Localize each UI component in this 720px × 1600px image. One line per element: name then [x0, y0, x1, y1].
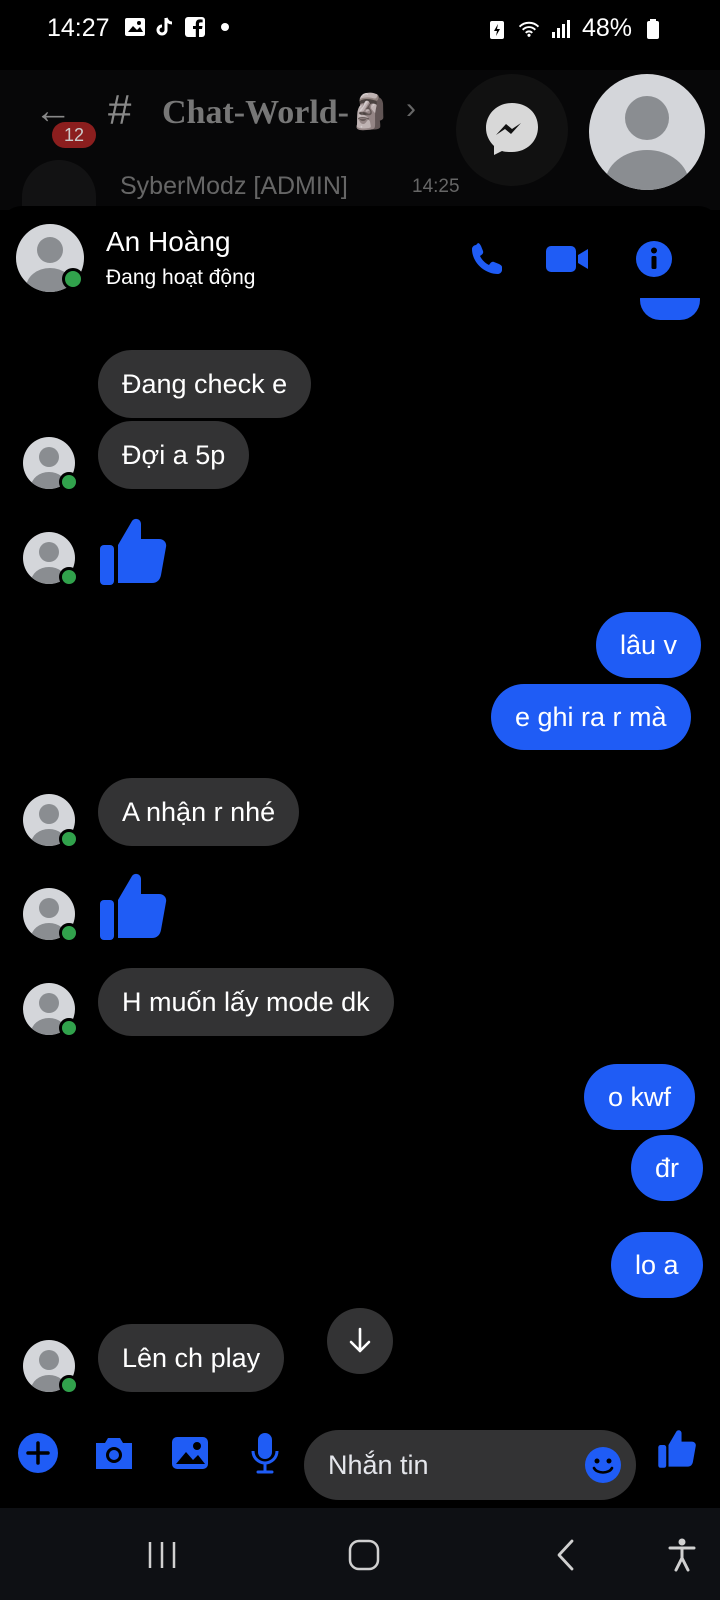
- messenger-icon: [486, 103, 538, 155]
- camera-icon: [96, 1438, 132, 1469]
- status-time: 14:27: [47, 14, 110, 42]
- message-incoming[interactable]: H muốn lấy mode dk: [98, 968, 394, 1036]
- accessibility-icon: [668, 1538, 696, 1572]
- online-indicator: [59, 923, 79, 943]
- battery-icon: [642, 18, 664, 40]
- add-button[interactable]: [13, 1428, 63, 1478]
- notification-icons: [124, 16, 236, 38]
- messenger-chat-head[interactable]: [456, 74, 568, 186]
- gallery-button[interactable]: [165, 1428, 215, 1478]
- message-outgoing[interactable]: e ghi ra r mà: [491, 684, 691, 750]
- chevron-right-icon: ›: [406, 92, 416, 125]
- channel-hash-icon: #: [108, 86, 132, 133]
- image-icon: [172, 1437, 208, 1469]
- battery-percent: 48%: [581, 14, 632, 42]
- recent-apps-icon: [148, 1542, 176, 1568]
- emoji-button[interactable]: [584, 1446, 622, 1484]
- emoji-icon: [585, 1447, 621, 1483]
- scroll-to-bottom-button[interactable]: [327, 1308, 393, 1374]
- message-incoming[interactable]: Đang check e: [98, 350, 312, 418]
- battery-saver-icon: [486, 18, 508, 40]
- recent-apps-button[interactable]: [132, 1530, 192, 1580]
- voice-message-button[interactable]: [240, 1428, 290, 1478]
- online-indicator: [59, 567, 79, 587]
- online-indicator: [62, 268, 84, 290]
- message-outgoing[interactable]: lâu v: [596, 612, 702, 678]
- thumbs-up-icon: [100, 873, 167, 940]
- message-incoming[interactable]: Lên ch play: [98, 1324, 285, 1392]
- arrow-down-icon: [349, 1327, 371, 1353]
- bg-user-name: SyberModz [ADMIN]: [120, 172, 348, 200]
- home-icon: [348, 1539, 380, 1571]
- back-icon: [557, 1539, 574, 1571]
- voice-call-button[interactable]: [460, 232, 514, 286]
- contact-chat-head[interactable]: [589, 74, 705, 190]
- message-incoming[interactable]: Đợi a 5p: [98, 421, 250, 489]
- message-outgoing[interactable]: đr: [631, 1135, 704, 1201]
- message-outgoing[interactable]: lo a: [611, 1232, 703, 1298]
- wifi-icon: [518, 18, 540, 40]
- info-button[interactable]: [627, 232, 681, 286]
- phone-icon: [472, 243, 502, 274]
- channel-name: Chat-World-🗿: [162, 94, 392, 131]
- camera-button[interactable]: [89, 1428, 139, 1478]
- message-outgoing[interactable]: o kwf: [584, 1064, 696, 1130]
- contact-status: Đang hoạt động: [106, 266, 256, 289]
- thumbs-up-icon: [658, 1430, 696, 1468]
- online-indicator: [59, 1375, 79, 1395]
- thumbs-up-icon: [100, 518, 167, 585]
- back-button[interactable]: [536, 1530, 596, 1580]
- microphone-icon: [251, 1433, 279, 1474]
- bg-message-time: 14:25: [412, 176, 460, 197]
- like-sticker[interactable]: [98, 870, 168, 949]
- previous-outgoing-bubble: [640, 298, 700, 322]
- like-sticker[interactable]: [98, 515, 168, 594]
- video-call-button[interactable]: [540, 232, 594, 286]
- signal-icon: [550, 18, 572, 40]
- accessibility-button[interactable]: [652, 1530, 712, 1580]
- plus-circle-icon: [18, 1433, 58, 1473]
- system-status-icons: 48%: [486, 14, 664, 43]
- info-icon: [636, 241, 672, 277]
- home-button[interactable]: [334, 1530, 394, 1580]
- facebook-icon: [184, 16, 206, 38]
- avatar-placeholder-icon: [605, 96, 689, 190]
- tiktok-icon: [154, 16, 176, 38]
- video-camera-icon: [546, 246, 588, 272]
- unread-badge: 12: [52, 122, 96, 148]
- image-icon: [124, 16, 146, 38]
- online-indicator: [59, 1018, 79, 1038]
- online-indicator: [59, 472, 79, 492]
- dot-icon: [214, 16, 236, 38]
- send-like-button[interactable]: [652, 1424, 702, 1474]
- message-incoming[interactable]: A nhận r nhé: [98, 778, 300, 846]
- contact-name[interactable]: An Hoàng: [106, 226, 231, 258]
- online-indicator: [59, 829, 79, 849]
- status-bar: 14:27 48%: [0, 0, 720, 64]
